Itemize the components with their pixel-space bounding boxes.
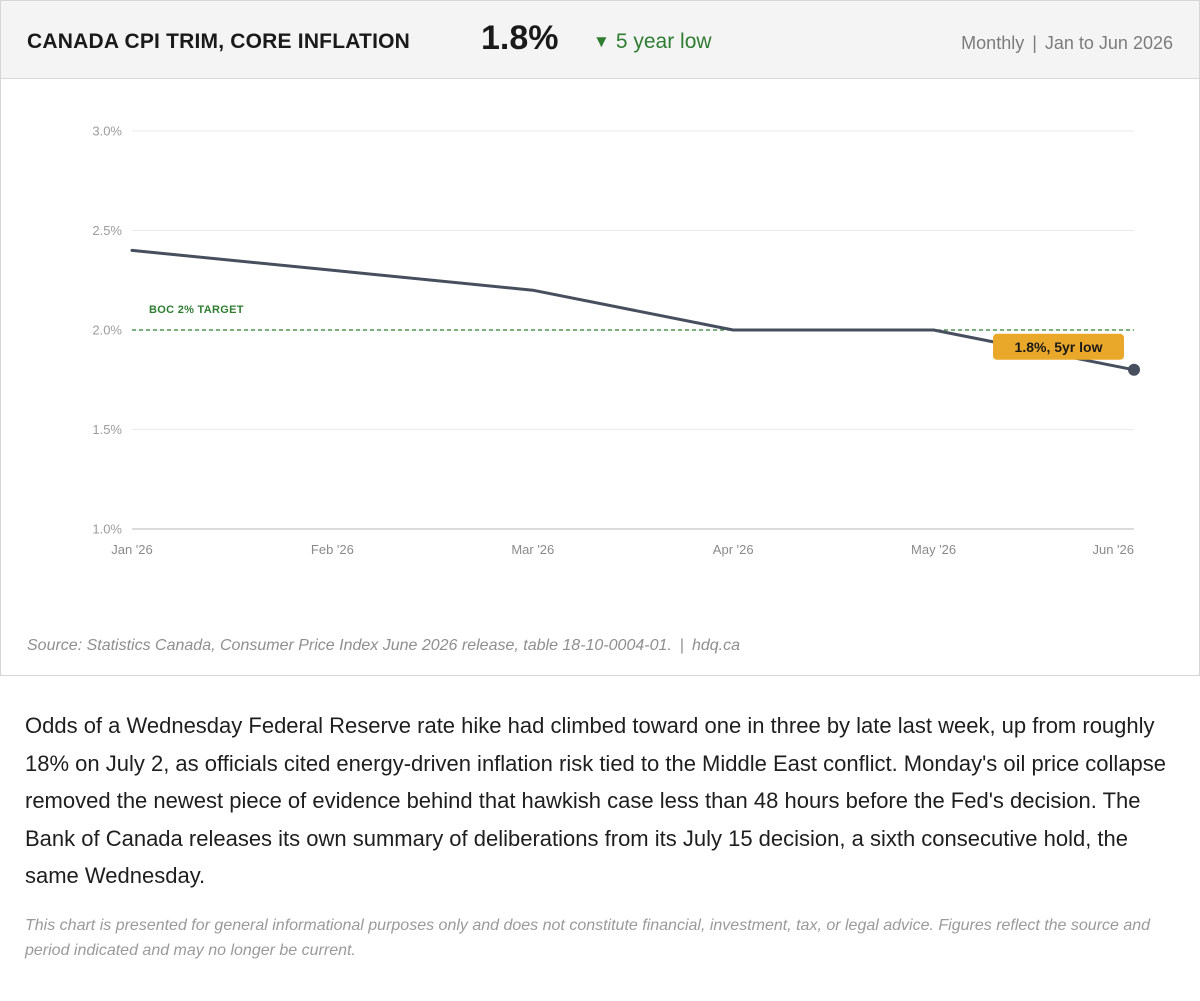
x-tick-label: Jan '26 xyxy=(111,542,153,557)
trend-label: 5 year low xyxy=(615,30,712,53)
y-tick-label: 2.0% xyxy=(92,323,122,338)
line-chart: 1.0% 1.5% 2.0% 2.5% 3.0% Jan '26 Feb '26 Mar '2… xyxy=(92,124,1140,557)
chart-header: CANADA CPI TRIM, CORE INFLATION 1.8% ▼ 5 … xyxy=(1,1,1199,79)
target-label: BOC 2% TARGET xyxy=(149,304,244,316)
disclaimer: This chart is presented for general info… xyxy=(25,917,1151,959)
data-point xyxy=(731,328,735,332)
callout-label: 1.8%, 5yr low xyxy=(1015,339,1103,355)
series-line xyxy=(130,248,1136,372)
x-tick-label: May '26 xyxy=(911,542,956,557)
source-site: hdq.ca xyxy=(691,637,741,654)
period-separator: | xyxy=(1032,33,1037,53)
x-tick-label: Jun '26 xyxy=(1092,542,1134,557)
chart-card: CANADA CPI TRIM, CORE INFLATION 1.8% ▼ 5 … xyxy=(0,0,1200,676)
x-tick-label: Feb '26 xyxy=(311,542,354,557)
y-tick-label: 2.5% xyxy=(92,223,122,238)
period-info: Monthly | Jan to Jun 2026 xyxy=(961,33,1173,54)
frequency-label: Monthly xyxy=(961,33,1025,53)
source-text: Source: Statistics Canada, Consumer Pric… xyxy=(27,637,672,654)
range-label: Jan to Jun 2026 xyxy=(1044,33,1173,53)
triangle-down-icon: ▼ xyxy=(593,32,610,51)
source-note: Source: Statistics Canada, Consumer Pric… xyxy=(27,637,740,655)
x-tick-label: Mar '26 xyxy=(511,542,554,557)
article-paragraph: Odds of a Wednesday Federal Reserve rate… xyxy=(25,713,1167,888)
data-point xyxy=(130,248,134,252)
y-tick-label: 1.0% xyxy=(92,522,122,537)
data-point xyxy=(531,288,535,292)
headline-value: 1.8% xyxy=(481,19,559,57)
endpoint-marker xyxy=(1128,363,1140,376)
y-tick-label: 3.0% xyxy=(92,124,122,139)
chart-title: CANADA CPI TRIM, CORE INFLATION xyxy=(27,30,411,53)
trend-badge: ▼ 5 year low xyxy=(593,30,712,54)
data-point xyxy=(330,268,334,272)
x-tick-label: Apr '26 xyxy=(713,542,754,557)
data-point xyxy=(932,328,936,332)
y-tick-label: 1.5% xyxy=(92,422,122,437)
source-separator: | xyxy=(679,637,684,654)
